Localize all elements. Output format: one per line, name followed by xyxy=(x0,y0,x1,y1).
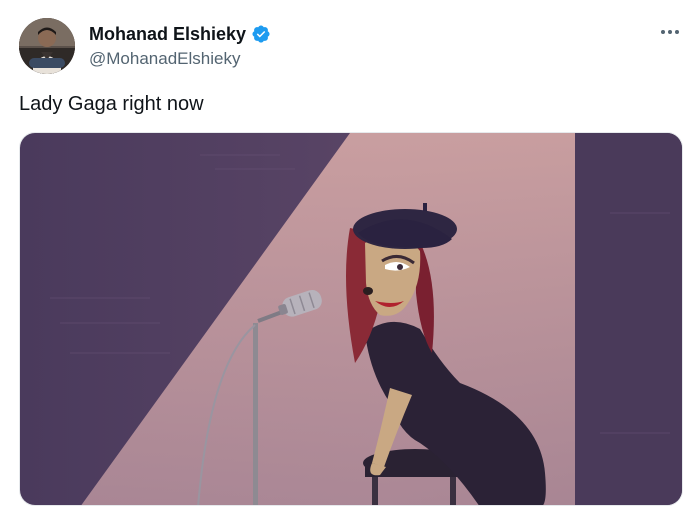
more-icon xyxy=(661,30,679,34)
avatar-photo xyxy=(19,18,75,74)
avatar[interactable] xyxy=(19,18,75,74)
display-name[interactable]: Mohanad Elshieky xyxy=(89,24,246,45)
tweet-text: Lady Gaga right now xyxy=(19,93,204,115)
user-handle[interactable]: @MohanadElshieky xyxy=(89,49,271,69)
name-row: Mohanad Elshieky xyxy=(89,22,271,46)
author-info: Mohanad Elshieky @MohanadElshieky xyxy=(89,22,271,69)
tweet-media[interactable] xyxy=(19,132,683,506)
more-options-button[interactable] xyxy=(658,22,682,42)
cartoon-singer-image xyxy=(20,133,682,505)
verified-badge-icon xyxy=(251,24,271,44)
